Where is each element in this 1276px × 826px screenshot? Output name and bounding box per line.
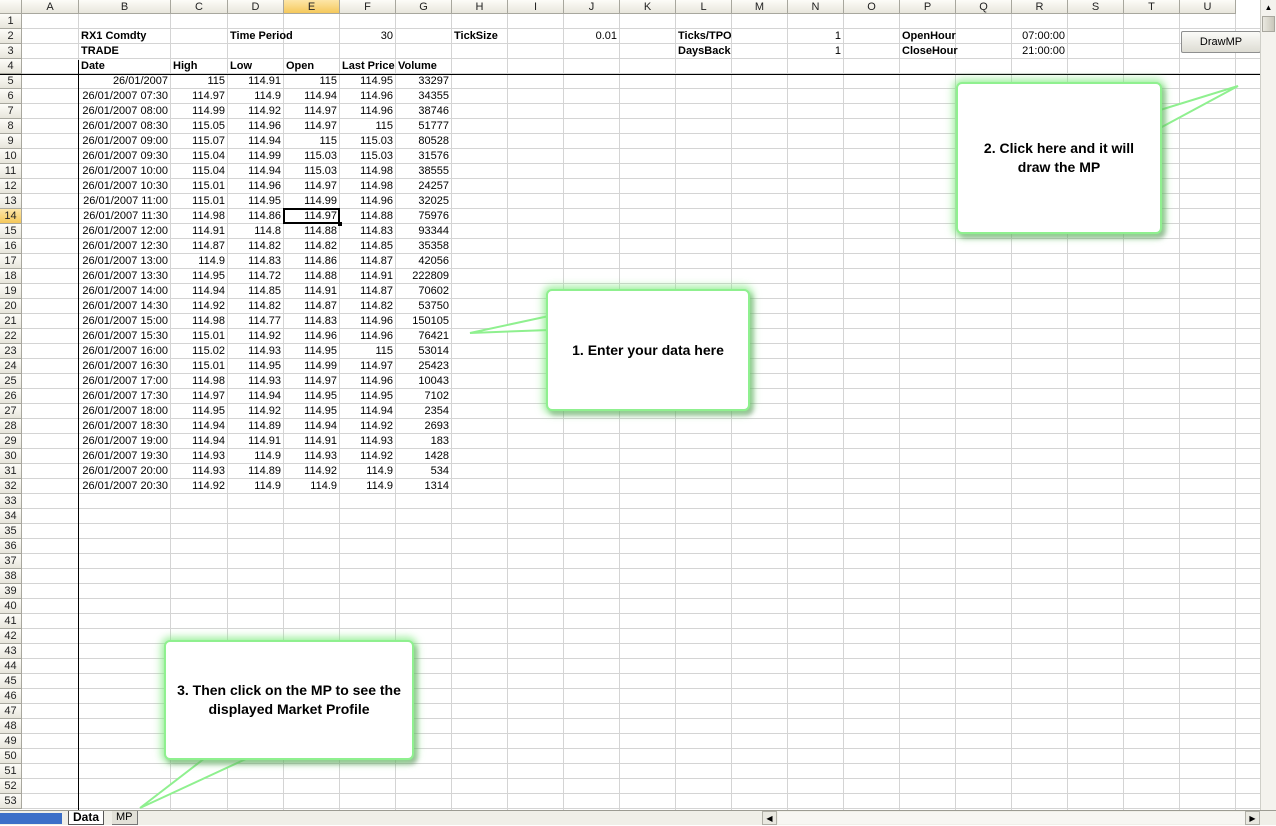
callout-click-here: 2. Click here and it will draw the MP xyxy=(956,82,1162,234)
tab-mp[interactable]: MP xyxy=(112,811,138,825)
callout-pointer-enter-data xyxy=(469,314,550,334)
horizontal-scrollbar[interactable] xyxy=(778,812,1250,824)
scroll-right-icon[interactable]: ▶ xyxy=(1245,811,1260,825)
callout-pointer-view-mp xyxy=(139,757,249,809)
vertical-scrollbar[interactable]: ▲ xyxy=(1260,0,1276,810)
scroll-left-icon[interactable]: ◀ xyxy=(762,811,777,825)
tab-data[interactable]: Data xyxy=(68,811,105,825)
callout-view-mp: 3. Then click on the MP to see the displ… xyxy=(164,640,414,760)
sheet-tab-bar: Data MP ◀ ▶ xyxy=(0,810,1276,825)
scroll-up-icon[interactable]: ▲ xyxy=(1261,0,1276,15)
tab-navigation[interactable] xyxy=(0,813,62,824)
callout-pointer-click-here xyxy=(1159,85,1239,130)
callout-enter-data: 1. Enter your data here xyxy=(546,289,750,411)
scroll-thumb[interactable] xyxy=(1262,16,1275,32)
